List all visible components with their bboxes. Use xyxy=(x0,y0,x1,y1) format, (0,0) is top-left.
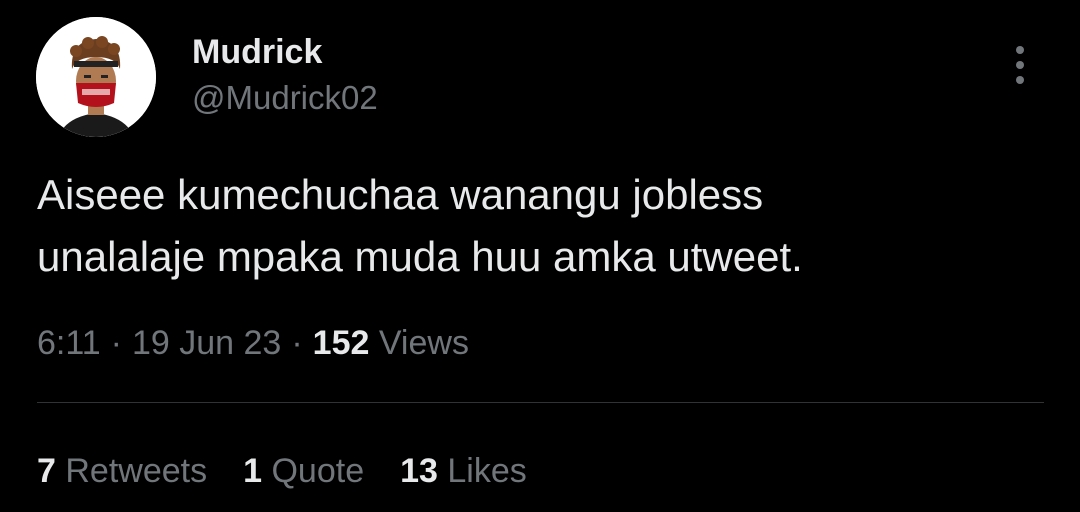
quotes-stat[interactable]: 1 Quote xyxy=(243,450,364,492)
profile-avatar-icon xyxy=(36,17,156,137)
quotes-label: Quote xyxy=(271,452,365,490)
more-options-button[interactable] xyxy=(1000,40,1040,90)
tweet-meta: 6:11 · 19 Jun 23 · 152 Views xyxy=(37,322,469,364)
likes-stat[interactable]: 13 Likes xyxy=(400,450,527,492)
quotes-count: 1 xyxy=(243,452,263,490)
author-display-name[interactable]: Mudrick xyxy=(192,32,322,72)
retweets-label: Retweets xyxy=(65,452,208,490)
likes-count: 13 xyxy=(400,452,438,490)
meta-separator: · xyxy=(110,324,122,362)
tweet-time[interactable]: 6:11 xyxy=(37,324,101,362)
meta-separator: · xyxy=(291,324,303,362)
retweets-count: 7 xyxy=(37,452,56,490)
author-handle[interactable]: @Mudrick02 xyxy=(192,78,378,118)
engagement-stats: 7 Retweets 1 Quote 13 Likes xyxy=(37,450,563,492)
divider xyxy=(37,402,1044,403)
tweet-text-line: unalalaje mpaka muda huu amka utweet. xyxy=(37,233,803,280)
likes-label: Likes xyxy=(447,452,527,490)
views-label[interactable]: Views xyxy=(379,324,469,362)
tweet-text-line: Aiseee kumechuchaa wanangu jobless xyxy=(37,171,764,218)
retweets-stat[interactable]: 7 Retweets xyxy=(37,450,207,492)
views-count[interactable]: 152 xyxy=(313,324,370,362)
profile-avatar[interactable] xyxy=(36,17,156,137)
tweet-text: Aiseee kumechuchaa wanangu jobless unala… xyxy=(37,164,1037,288)
tweet-date[interactable]: 19 Jun 23 xyxy=(132,324,281,362)
